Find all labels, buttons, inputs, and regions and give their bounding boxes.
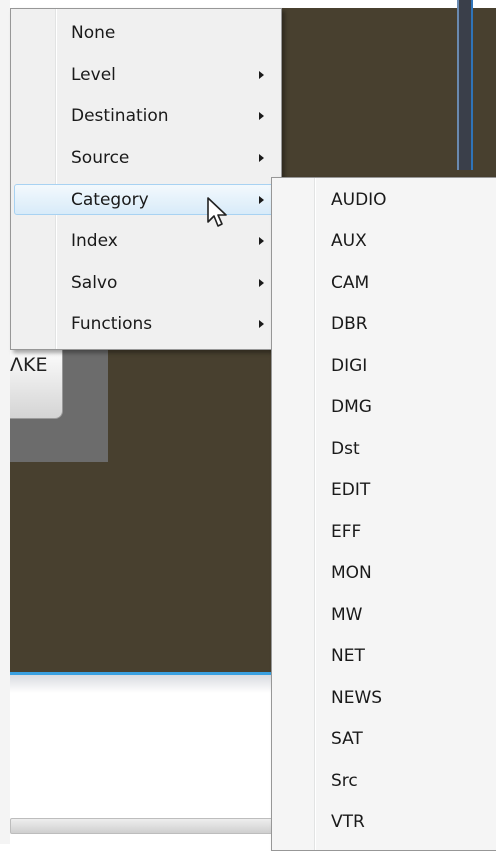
menu-item-index[interactable]: Index (14, 226, 278, 257)
submenu-item-news[interactable]: NEWS (275, 683, 496, 714)
menu-item-label: Index (71, 231, 118, 251)
menu-item-none[interactable]: None (14, 18, 278, 49)
submenu-arrow-icon (259, 71, 264, 79)
menu-item-label: Salvo (71, 273, 118, 293)
submenu-item-label: MW (331, 605, 363, 625)
submenu-item-label: VTR (331, 812, 365, 832)
submenu-item-edit[interactable]: EDIT (275, 475, 496, 506)
submenu-item-label: Dst (331, 439, 360, 459)
submenu-item-sat[interactable]: SAT (275, 724, 496, 755)
submenu-arrow-icon (259, 196, 264, 204)
submenu-item-vtr[interactable]: VTR (275, 807, 496, 838)
menu-item-label: Category (71, 190, 149, 210)
submenu-arrow-icon (259, 279, 264, 287)
menu-item-level[interactable]: Level (14, 60, 278, 91)
menu-item-label: Destination (71, 106, 169, 126)
menu-item-destination[interactable]: Destination (14, 101, 278, 132)
submenu-arrow-icon (259, 154, 264, 162)
submenu-arrow-icon (259, 320, 264, 328)
submenu-item-label: Src (331, 771, 358, 791)
menu-item-functions[interactable]: Functions (14, 309, 278, 340)
submenu-item-aux[interactable]: AUX (275, 226, 496, 257)
submenu-arrow-icon (259, 112, 264, 120)
submenu-item-label: EDIT (331, 480, 371, 500)
submenu-item-label: DMG (331, 397, 372, 417)
submenu-item-digi[interactable]: DIGI (275, 351, 496, 382)
submenu-item-mon[interactable]: MON (275, 558, 496, 589)
submenu-item-eff[interactable]: EFF (275, 517, 496, 548)
submenu-item-label: CAM (331, 273, 370, 293)
take-button-label: ɅKE (10, 354, 48, 376)
submenu-item-dst[interactable]: Dst (275, 434, 496, 465)
menu-item-salvo[interactable]: Salvo (14, 268, 278, 299)
submenu-item-src[interactable]: Src (275, 766, 496, 797)
submenu-item-label: NET (331, 646, 365, 666)
menu-item-label: Level (71, 65, 116, 85)
background-left-edge (0, 0, 10, 844)
context-menu: None Level Destination Source Category I… (10, 8, 282, 350)
horizontal-scrollbar[interactable] (10, 818, 274, 834)
menu-item-label: Functions (71, 314, 153, 334)
submenu-item-mw[interactable]: MW (275, 600, 496, 631)
menu-item-label: Source (71, 148, 130, 168)
take-button[interactable]: ɅKE (10, 345, 63, 419)
category-submenu: AUDIO AUX CAM DBR DIGI DMG Dst EDIT EFF … (271, 177, 496, 851)
submenu-item-label: NEWS (331, 688, 383, 708)
submenu-item-audio[interactable]: AUDIO (275, 185, 496, 216)
submenu-item-dmg[interactable]: DMG (275, 392, 496, 423)
submenu-item-label: SAT (331, 729, 363, 749)
submenu-item-label: MON (331, 563, 372, 583)
submenu-item-label: AUDIO (331, 190, 387, 210)
menu-item-source[interactable]: Source (14, 143, 278, 174)
menu-item-label: None (71, 23, 116, 43)
arrow-pointer-icon (207, 197, 227, 227)
submenu-item-label: DBR (331, 314, 368, 334)
background-window-frame (457, 0, 473, 170)
submenu-item-net[interactable]: NET (275, 641, 496, 672)
background-top-strip (0, 0, 496, 8)
submenu-item-dbr[interactable]: DBR (275, 309, 496, 340)
menu-item-category[interactable]: Category (14, 184, 278, 215)
submenu-arrow-icon (259, 237, 264, 245)
submenu-item-label: AUX (331, 231, 367, 251)
submenu-item-label: DIGI (331, 356, 368, 376)
submenu-item-cam[interactable]: CAM (275, 268, 496, 299)
submenu-item-label: EFF (331, 522, 362, 542)
